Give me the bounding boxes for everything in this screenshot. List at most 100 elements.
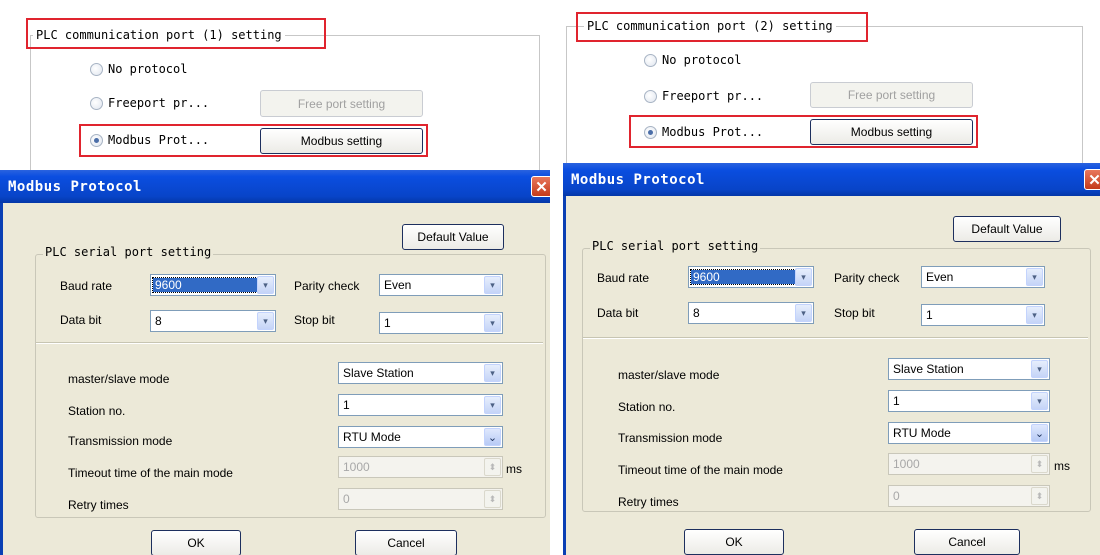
station-no-select[interactable]: 1 ▾	[338, 394, 503, 416]
spin-arrows-icon: ⬍	[484, 458, 501, 476]
parity-check-label: Parity check	[834, 271, 900, 285]
radio-no-protocol[interactable]: No protocol	[644, 53, 741, 67]
serial-group-title: PLC serial port setting	[590, 239, 761, 253]
dialog-title: Modbus Protocol	[571, 171, 705, 188]
modbus-dialog: Modbus Protocol ✕ Default Value PLC seri…	[563, 163, 1100, 555]
radio-label: Freeport pr...	[108, 96, 210, 110]
left-screenshot: PLC communication port (1) setting No pr…	[0, 0, 550, 555]
parity-check-select[interactable]: Even ▾	[379, 274, 503, 296]
ok-button[interactable]: OK	[684, 529, 784, 555]
port-title-highlight	[26, 18, 326, 49]
serial-group-title: PLC serial port setting	[43, 245, 214, 259]
station-no-select[interactable]: 1 ▾	[888, 390, 1050, 412]
chevron-down-icon: ⌄	[1031, 424, 1048, 442]
dialog-titlebar: Modbus Protocol ✕	[0, 170, 550, 203]
baud-rate-value: 9600	[152, 277, 258, 293]
cancel-button[interactable]: Cancel	[914, 529, 1020, 555]
default-value-button[interactable]: Default Value	[953, 216, 1061, 242]
radio-label: No protocol	[662, 53, 742, 67]
transmission-mode-select[interactable]: RTU Mode ⌄	[888, 422, 1050, 444]
retry-times-label: Retry times	[68, 498, 129, 512]
chevron-down-icon: ▾	[795, 304, 812, 322]
chevron-down-icon: ⌄	[484, 428, 501, 446]
chevron-down-icon: ▾	[795, 268, 812, 286]
data-bit-value: 8	[693, 306, 700, 320]
dialog-titlebar: Modbus Protocol ✕	[563, 163, 1100, 196]
timeout-spinner[interactable]: 1000 ⬍	[888, 453, 1050, 475]
parity-check-value: Even	[926, 270, 954, 284]
baud-rate-label: Baud rate	[60, 279, 113, 293]
parity-check-select[interactable]: Even ▾	[921, 266, 1045, 288]
baud-rate-value: 9600	[690, 269, 796, 285]
retry-times-value: 0	[893, 489, 900, 503]
free-port-setting-button[interactable]: Free port setting	[260, 90, 423, 117]
data-bit-select[interactable]: 8 ▾	[150, 310, 276, 332]
spin-arrows-icon: ⬍	[1031, 487, 1048, 505]
radio-icon	[90, 62, 103, 76]
close-icon[interactable]: ✕	[531, 176, 550, 197]
baud-rate-label: Baud rate	[597, 271, 650, 285]
data-bit-select[interactable]: 8 ▾	[688, 302, 814, 324]
retry-times-spinner[interactable]: 0 ⬍	[888, 485, 1050, 507]
data-bit-label: Data bit	[597, 306, 639, 320]
chevron-down-icon: ▾	[484, 314, 501, 332]
modbus-highlight	[629, 115, 978, 148]
radio-icon	[644, 53, 657, 67]
radio-freeport[interactable]: Freeport pr...	[644, 89, 763, 103]
transmission-mode-value: RTU Mode	[893, 426, 951, 440]
radio-no-protocol[interactable]: No protocol	[90, 62, 187, 76]
chevron-down-icon: ▾	[1026, 268, 1043, 286]
right-screenshot: PLC communication port (2) setting No pr…	[550, 0, 1100, 555]
transmission-mode-value: RTU Mode	[343, 430, 401, 444]
chevron-down-icon: ▾	[257, 276, 274, 294]
close-icon[interactable]: ✕	[1084, 169, 1100, 190]
chevron-down-icon: ▾	[484, 276, 501, 294]
parity-check-value: Even	[384, 278, 412, 292]
station-no-label: Station no.	[618, 400, 676, 414]
timeout-label: Timeout time of the main mode	[68, 466, 233, 480]
data-bit-value: 8	[155, 314, 162, 328]
chevron-down-icon: ▾	[484, 364, 501, 382]
port-title-highlight	[576, 12, 868, 42]
master-slave-mode-select[interactable]: Slave Station ▾	[888, 358, 1050, 380]
chevron-down-icon: ▾	[1026, 306, 1043, 324]
transmission-mode-label: Transmission mode	[68, 434, 173, 448]
stop-bit-value: 1	[384, 316, 391, 330]
radio-freeport[interactable]: Freeport pr...	[90, 96, 209, 110]
transmission-mode-select[interactable]: RTU Mode ⌄	[338, 426, 503, 448]
retry-times-label: Retry times	[618, 495, 679, 509]
ok-button[interactable]: OK	[151, 530, 241, 555]
stop-bit-value: 1	[926, 308, 933, 322]
stop-bit-label: Stop bit	[834, 306, 875, 320]
radio-label: No protocol	[108, 62, 188, 76]
station-no-value: 1	[893, 394, 900, 408]
baud-rate-select[interactable]: 9600 ▾	[150, 274, 276, 296]
spin-arrows-icon: ⬍	[484, 490, 501, 508]
master-slave-mode-label: master/slave mode	[618, 368, 720, 382]
stop-bit-select[interactable]: 1 ▾	[921, 304, 1045, 326]
group-separator	[36, 342, 543, 344]
chevron-down-icon: ▾	[484, 396, 501, 414]
timeout-label: Timeout time of the main mode	[618, 463, 783, 477]
transmission-mode-label: Transmission mode	[618, 431, 723, 445]
stop-bit-select[interactable]: 1 ▾	[379, 312, 503, 334]
master-slave-mode-label: master/slave mode	[68, 372, 170, 386]
free-port-setting-button[interactable]: Free port setting	[810, 82, 973, 108]
cancel-button[interactable]: Cancel	[355, 530, 457, 555]
radio-icon	[90, 96, 103, 110]
radio-icon	[644, 89, 657, 103]
timeout-unit: ms	[506, 462, 522, 476]
master-slave-mode-select[interactable]: Slave Station ▾	[338, 362, 503, 384]
dialog-title: Modbus Protocol	[8, 178, 142, 195]
radio-label: Freeport pr...	[662, 89, 764, 103]
modbus-dialog: Modbus Protocol ✕ Default Value PLC seri…	[0, 170, 550, 555]
modbus-highlight	[79, 124, 428, 157]
timeout-spinner[interactable]: 1000 ⬍	[338, 456, 503, 478]
master-slave-mode-value: Slave Station	[343, 366, 414, 380]
default-value-button[interactable]: Default Value	[402, 224, 504, 250]
stop-bit-label: Stop bit	[294, 313, 335, 327]
retry-times-spinner[interactable]: 0 ⬍	[338, 488, 503, 510]
spin-arrows-icon: ⬍	[1031, 455, 1048, 473]
chevron-down-icon: ▾	[1031, 360, 1048, 378]
baud-rate-select[interactable]: 9600 ▾	[688, 266, 814, 288]
